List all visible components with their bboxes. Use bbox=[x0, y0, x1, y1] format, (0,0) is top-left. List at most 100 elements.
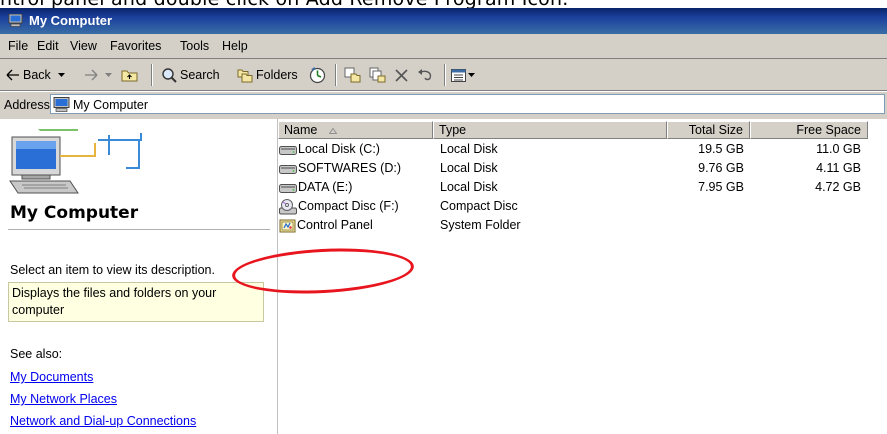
web-view-pane: My Computer Select an item to view its d… bbox=[0, 119, 278, 434]
my-computer-icon bbox=[53, 97, 70, 115]
copy-to-button[interactable] bbox=[369, 66, 386, 84]
item-name: Control Panel bbox=[297, 218, 373, 232]
item-type: Local Disk bbox=[440, 161, 498, 175]
pane-title: My Computer bbox=[10, 203, 139, 223]
item-name: Local Disk (C:) bbox=[298, 142, 380, 156]
chevron-down-icon[interactable] bbox=[57, 73, 65, 77]
description-box: Displays the files and folders on your c… bbox=[8, 282, 264, 322]
toolbar-separator bbox=[444, 64, 446, 86]
menu-help[interactable]: Help bbox=[222, 39, 248, 53]
history-button[interactable] bbox=[309, 66, 326, 84]
menu-file[interactable]: File bbox=[8, 39, 28, 53]
item-type: Compact Disc bbox=[440, 199, 518, 213]
item-free-space: 11.0 GB bbox=[816, 142, 861, 156]
my-computer-large-icon bbox=[8, 125, 168, 204]
move-to-icon bbox=[344, 67, 361, 83]
link-my-documents[interactable]: My Documents bbox=[10, 370, 93, 384]
item-name: Compact Disc (F:) bbox=[298, 199, 399, 213]
folders-label: Folders bbox=[256, 68, 298, 82]
column-type-label: Type bbox=[439, 123, 467, 137]
item-total-size bbox=[667, 216, 744, 235]
delete-icon bbox=[394, 68, 409, 83]
views-button[interactable] bbox=[451, 66, 475, 84]
window-title: My Computer bbox=[29, 13, 113, 28]
item-name-cell: SOFTWARES (D:) bbox=[279, 159, 401, 178]
forward-button[interactable] bbox=[84, 66, 112, 84]
list-item[interactable]: DATA (E:) Local Disk 7.95 GB 4.72 GB bbox=[278, 178, 887, 197]
history-clock-icon bbox=[309, 66, 326, 84]
column-header-name[interactable]: Name bbox=[278, 121, 433, 139]
column-header-free-space[interactable]: Free Space bbox=[750, 121, 868, 139]
list-item[interactable]: Compact Disc (F:) Compact Disc bbox=[278, 197, 887, 216]
my-computer-icon bbox=[8, 13, 23, 27]
undo-icon bbox=[417, 68, 434, 82]
list-item[interactable]: SOFTWARES (D:) Local Disk 9.76 GB 4.11 G… bbox=[278, 159, 887, 178]
search-button[interactable]: Search bbox=[161, 66, 220, 84]
item-free-space bbox=[750, 197, 861, 216]
folders-icon bbox=[237, 68, 253, 83]
menu-edit[interactable]: Edit bbox=[37, 39, 59, 53]
column-name-label: Name bbox=[284, 123, 318, 137]
chevron-down-icon[interactable] bbox=[468, 73, 475, 77]
hard-drive-icon bbox=[279, 182, 298, 194]
item-total-size bbox=[667, 197, 744, 216]
item-free-space: 4.11 GB bbox=[816, 161, 861, 175]
title-bar[interactable]: My Computer bbox=[0, 8, 887, 34]
list-item[interactable]: Local Disk (C:) Local Disk 19.5 GB 11.0 … bbox=[278, 140, 887, 159]
toolbar: Back Search Folders bbox=[0, 59, 887, 90]
control-panel-icon bbox=[279, 218, 297, 233]
item-name-cell: Local Disk (C:) bbox=[279, 140, 380, 159]
cd-drive-icon bbox=[279, 198, 298, 215]
content-area: My Computer Select an item to view its d… bbox=[0, 119, 887, 434]
menu-tools[interactable]: Tools bbox=[180, 39, 209, 53]
toolbar-separator bbox=[335, 64, 337, 86]
description-line: Displays the files and folders on your bbox=[12, 286, 217, 300]
item-name: DATA (E:) bbox=[298, 180, 353, 194]
folders-button[interactable]: Folders bbox=[237, 66, 298, 84]
sort-ascending-icon bbox=[328, 123, 338, 137]
views-icon bbox=[451, 68, 466, 82]
tutorial-caption: ntrol panel and double click on Add Remo… bbox=[0, 0, 887, 8]
hard-drive-icon bbox=[279, 163, 298, 175]
move-to-button[interactable] bbox=[344, 66, 361, 84]
pane-divider bbox=[8, 229, 270, 230]
address-bar: Address My Computer bbox=[0, 92, 887, 117]
explorer-window: My Computer File Edit View Favorites Too… bbox=[0, 8, 887, 434]
menu-view[interactable]: View bbox=[70, 39, 97, 53]
see-also-label: See also: bbox=[10, 347, 63, 361]
item-total-size: 9.76 GB bbox=[698, 161, 744, 175]
link-network-dialup[interactable]: Network and Dial-up Connections bbox=[10, 414, 196, 428]
search-icon bbox=[161, 67, 177, 83]
column-header-type[interactable]: Type bbox=[433, 121, 667, 139]
column-total-label: Total Size bbox=[688, 123, 743, 137]
pane-hint: Select an item to view its description. bbox=[10, 263, 215, 277]
delete-button[interactable] bbox=[394, 66, 409, 84]
link-my-network-places[interactable]: My Network Places bbox=[10, 392, 117, 406]
column-free-label: Free Space bbox=[796, 123, 861, 137]
search-label: Search bbox=[180, 68, 220, 82]
item-name: SOFTWARES (D:) bbox=[298, 161, 402, 175]
column-header-total-size[interactable]: Total Size bbox=[667, 121, 750, 139]
item-total-size: 19.5 GB bbox=[698, 142, 744, 156]
item-type: Local Disk bbox=[440, 142, 498, 156]
up-folder-icon bbox=[121, 68, 138, 82]
list-item[interactable]: Control Panel System Folder bbox=[278, 216, 887, 235]
hard-drive-icon bbox=[279, 144, 298, 156]
item-name-cell: Compact Disc (F:) bbox=[279, 197, 399, 216]
copy-to-icon bbox=[369, 67, 386, 83]
menu-bar: File Edit View Favorites Tools Help bbox=[0, 34, 887, 59]
address-field[interactable]: My Computer bbox=[50, 94, 885, 114]
back-arrow-icon bbox=[6, 69, 20, 81]
file-list-view: Name Type Total Size Free Space Local Di… bbox=[278, 119, 887, 434]
back-button[interactable]: Back bbox=[6, 66, 65, 84]
item-type: System Folder bbox=[440, 218, 521, 232]
menu-favorites[interactable]: Favorites bbox=[110, 39, 161, 53]
item-name-cell: DATA (E:) bbox=[279, 178, 352, 197]
up-folder-button[interactable] bbox=[121, 66, 138, 84]
item-type: Local Disk bbox=[440, 180, 498, 194]
address-value: My Computer bbox=[73, 98, 149, 112]
chevron-down-icon[interactable] bbox=[105, 73, 112, 77]
item-total-size: 7.95 GB bbox=[698, 180, 744, 194]
undo-button[interactable] bbox=[417, 66, 434, 84]
item-free-space: 4.72 GB bbox=[815, 180, 861, 194]
